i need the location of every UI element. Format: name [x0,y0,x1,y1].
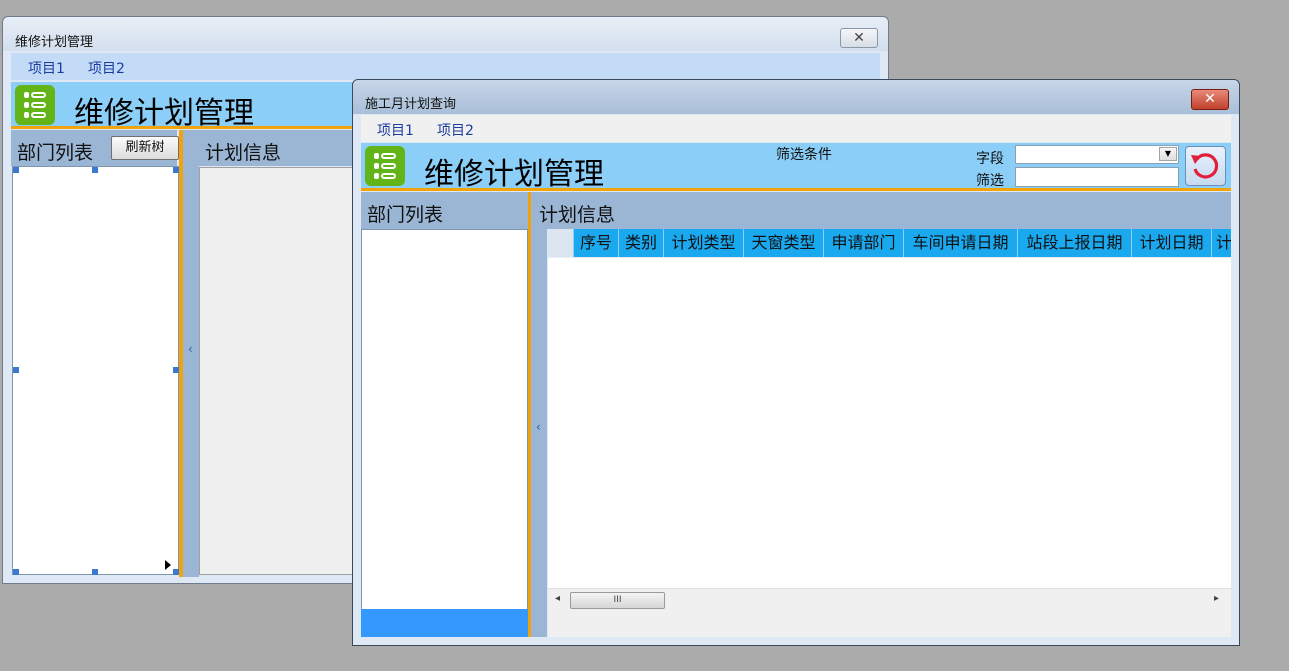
collapse-arrow-icon[interactable]: ‹ [536,420,541,434]
front-window-titlebar[interactable]: 施工月计划查询 ✕ [353,80,1239,114]
back-menubar: 项目1 项目2 [11,53,880,80]
plan-grid[interactable]: 序号 类别 计划类型 天窗类型 申请部门 车间申请日期 站段上报日期 计划日期 … [548,229,1231,637]
grid-col-plan-date[interactable]: 计划日期 [1132,229,1212,257]
grid-col-more[interactable]: 计 [1212,229,1231,257]
filter-input[interactable] [1015,167,1179,187]
grid-col-window-type[interactable]: 天窗类型 [744,229,824,257]
collapse-arrow-icon[interactable]: ‹ [188,342,193,356]
front-window: 施工月计划查询 ✕ 项目1 项目2 维修计划管理 筛选条件 字段 筛选 ▼ 部门… [352,79,1240,646]
back-window-title: 维修计划管理 [15,35,94,50]
grid-footer [548,610,1231,637]
grid-col-workshop-date[interactable]: 车间申请日期 [904,229,1018,257]
reset-filter-button[interactable] [1185,146,1226,186]
back-menu-item-1[interactable]: 项目1 [28,58,65,78]
grid-col-category[interactable]: 类别 [619,229,664,257]
grid-col-station-date[interactable]: 站段上报日期 [1018,229,1132,257]
back-menu-item-2[interactable]: 项目2 [88,58,125,78]
back-window-titlebar[interactable]: 维修计划管理 ✕ [3,17,888,51]
filter-label: 筛选 [976,173,1004,189]
front-splitter[interactable]: ‹ [531,192,547,637]
front-plan-header: 计划信息 [533,192,1231,229]
resize-handle[interactable] [92,167,98,173]
refresh-tree-button[interactable]: 刷新树 [111,136,179,160]
back-dept-tree[interactable] [12,166,179,575]
scroll-right-icon[interactable]: ▸ [1214,593,1219,604]
resize-handle[interactable] [13,167,19,173]
list-logo-icon [15,85,55,125]
back-window-close-button[interactable]: ✕ [840,28,878,48]
field-select[interactable]: ▼ [1015,145,1179,164]
grid-col-dept[interactable]: 申请部门 [824,229,904,257]
front-dept-title: 部门列表 [367,204,444,226]
scroll-left-icon[interactable]: ◂ [555,593,560,604]
front-dept-header: 部门列表 [361,192,528,229]
front-banner: 维修计划管理 筛选条件 字段 筛选 ▼ [361,143,1231,192]
grid-corner-cell[interactable] [548,229,574,257]
grid-hscroll-thumb[interactable]: III [570,592,665,609]
front-menubar: 项目1 项目2 [361,115,1231,142]
grid-col-index[interactable]: 序号 [574,229,619,257]
front-dept-footer [361,609,528,637]
back-plan-header: 计划信息 [199,130,359,166]
grid-hscrollbar[interactable]: ◂ III ▸ [548,588,1231,610]
back-plan-title: 计划信息 [205,142,282,164]
back-dept-title: 部门列表 [17,142,94,164]
grid-header-row: 序号 类别 计划类型 天窗类型 申请部门 车间申请日期 站段上报日期 计划日期 … [548,229,1231,258]
resize-handle[interactable] [13,569,19,575]
cursor-arrow-icon [165,560,171,570]
filter-conditions-label: 筛选条件 [776,147,832,163]
refresh-reset-icon [1191,153,1219,179]
field-label: 字段 [976,151,1004,167]
resize-handle[interactable] [13,367,19,373]
resize-handle[interactable] [92,569,98,575]
list-logo-icon [365,146,405,186]
front-dept-tree[interactable] [361,229,528,610]
front-menu-item-1[interactable]: 项目1 [377,120,414,140]
chevron-down-icon[interactable]: ▼ [1159,147,1177,161]
back-splitter[interactable]: ‹ [183,130,199,577]
front-menu-item-2[interactable]: 项目2 [437,120,474,140]
front-plan-title: 计划信息 [539,204,616,226]
front-banner-title: 维修计划管理 [424,157,604,192]
front-banner-accent [361,188,1231,191]
front-window-title: 施工月计划查询 [365,97,457,112]
back-plan-area [199,167,359,575]
front-window-close-button[interactable]: ✕ [1191,89,1229,110]
grid-col-plan-type[interactable]: 计划类型 [664,229,744,257]
